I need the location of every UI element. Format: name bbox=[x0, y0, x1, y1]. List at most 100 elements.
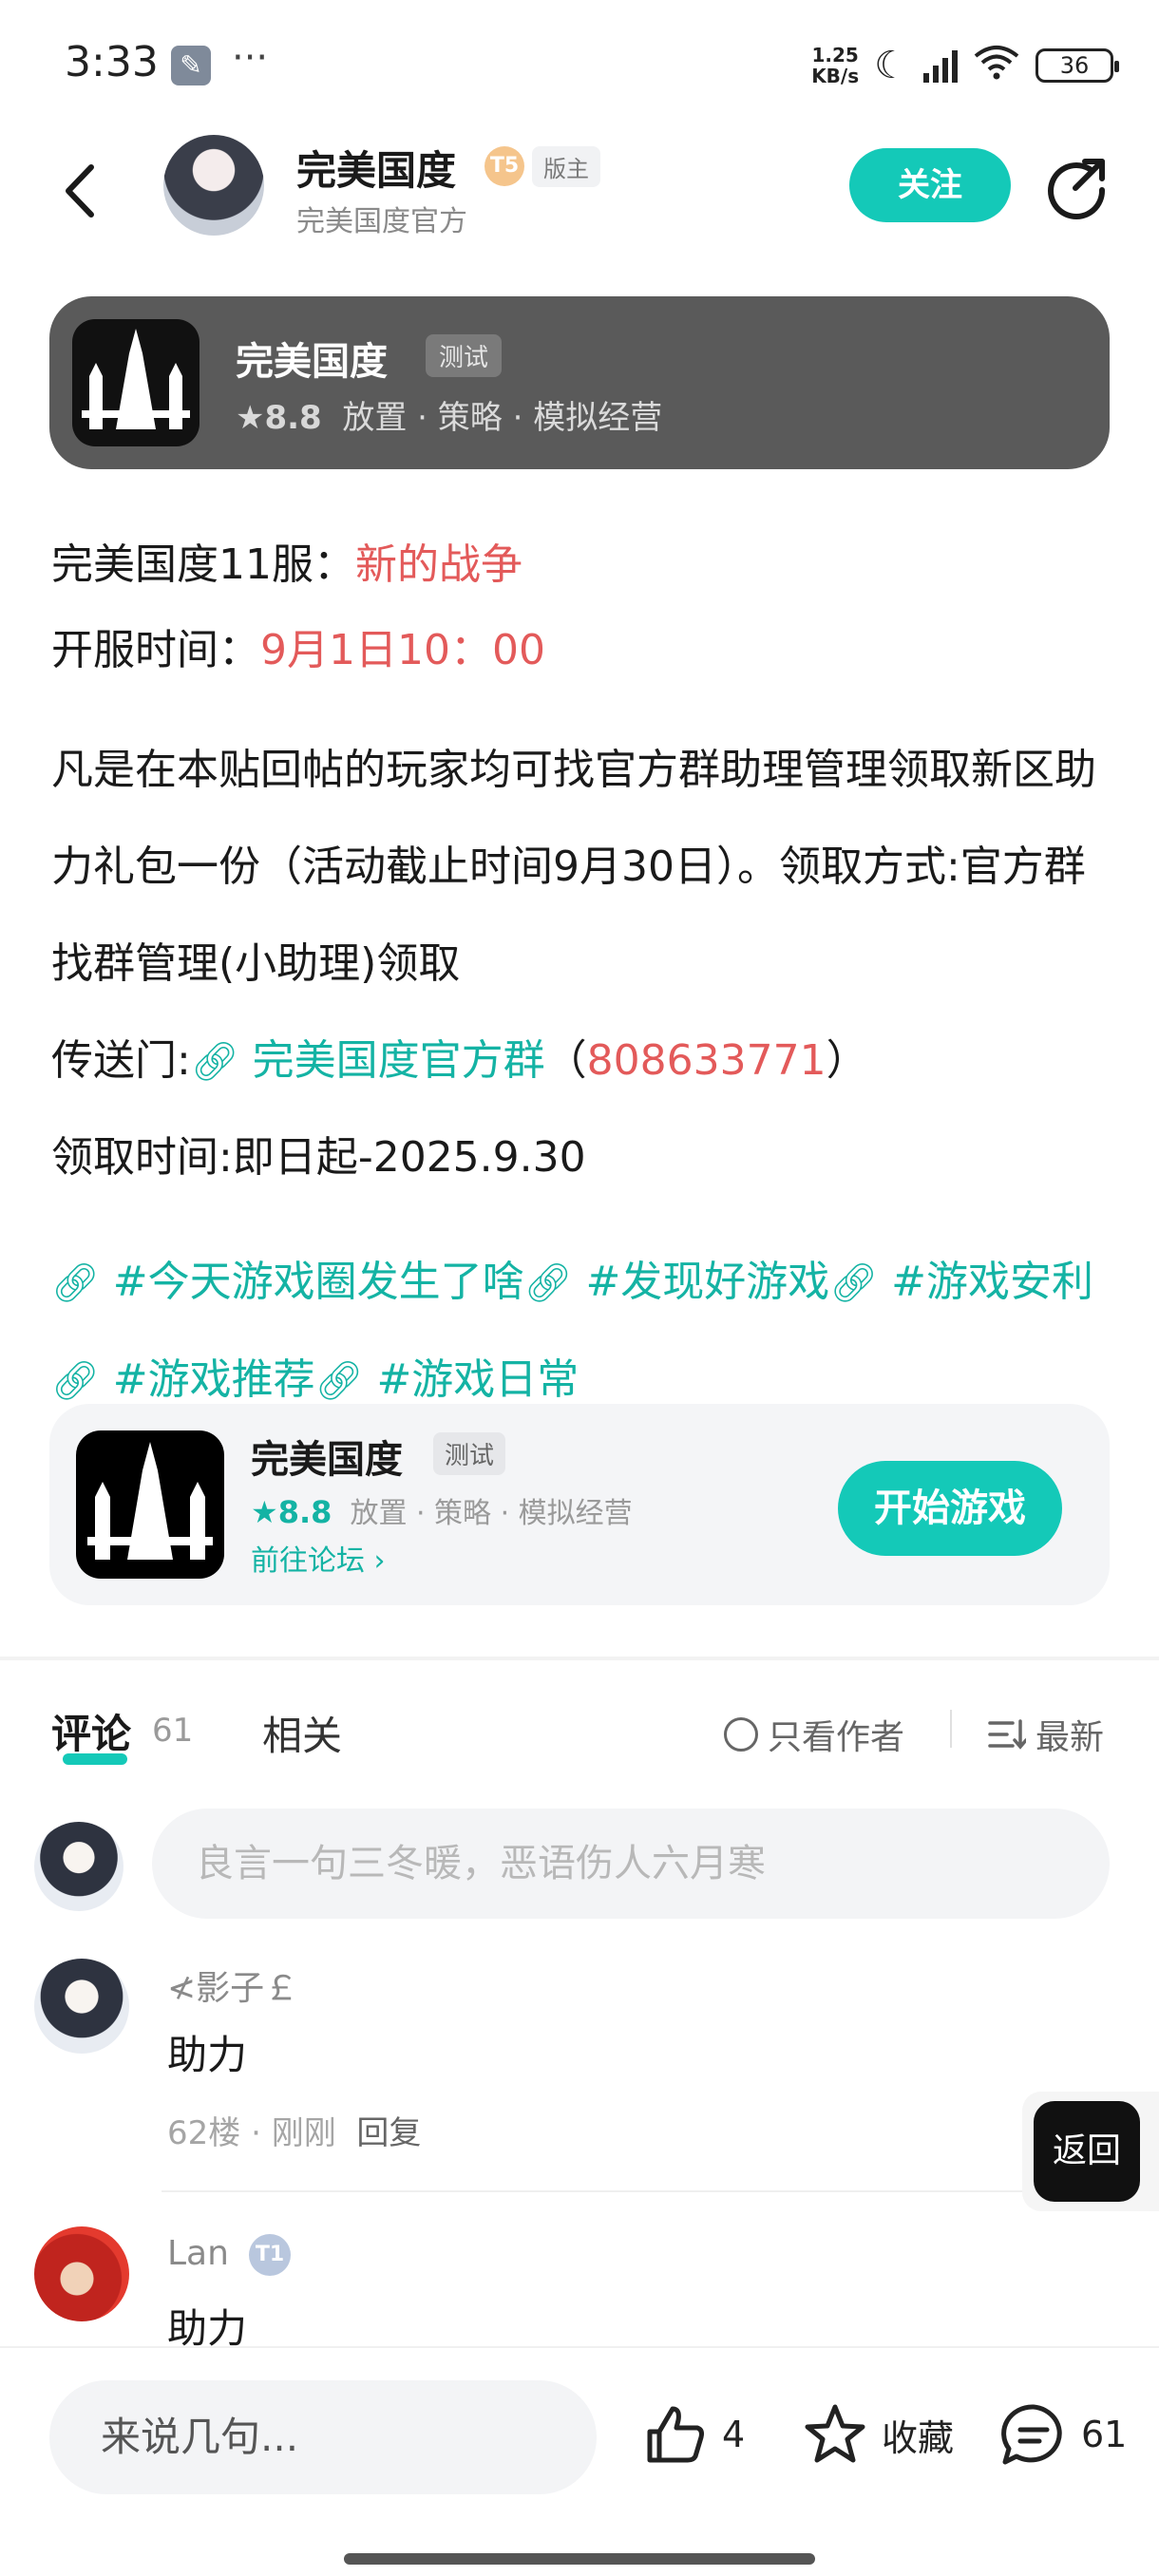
comments-button[interactable]: 61 bbox=[999, 2401, 1127, 2468]
paren-open: （ bbox=[544, 1036, 587, 1085]
group-link[interactable]: 完美国度官方群 bbox=[253, 1036, 545, 1085]
battery-icon: 36 bbox=[1036, 48, 1119, 83]
game-banner[interactable]: 完美国度 测试 ★8.8 放置 · 策略 · 模拟经营 bbox=[49, 296, 1110, 469]
forum-link-label: 前往论坛 bbox=[251, 1544, 365, 1578]
chevron-right-icon: › bbox=[373, 1544, 386, 1578]
comment-time: 刚刚 bbox=[271, 2114, 336, 2152]
game-genres: 放置 · 策略 · 模拟经营 bbox=[342, 399, 663, 437]
game-card-meta: ★8.8 放置 · 策略 · 模拟经营 bbox=[251, 1489, 633, 1531]
post-portal-line: 传送门:🔗︎ 完美国度官方群（808633771） bbox=[51, 1013, 1115, 1110]
link-icon: 🔗︎ bbox=[523, 1261, 573, 1305]
star-icon bbox=[805, 2404, 865, 2463]
comment-icon bbox=[1001, 2404, 1062, 2465]
speed-unit: KB/s bbox=[811, 65, 860, 87]
favorite-button[interactable]: 收藏 bbox=[802, 2401, 954, 2468]
share-button[interactable] bbox=[1043, 154, 1110, 220]
back-button[interactable] bbox=[57, 158, 104, 224]
commenter-avatar[interactable] bbox=[34, 2226, 129, 2321]
comment-floor: 62楼 bbox=[167, 2114, 241, 2152]
level-badge: T1 bbox=[249, 2234, 291, 2276]
game-card-icon bbox=[76, 1430, 224, 1579]
author-avatar[interactable] bbox=[163, 135, 264, 236]
only-author-label: 只看作者 bbox=[768, 1718, 905, 1757]
wifi-icon bbox=[973, 43, 1020, 89]
forum-link[interactable]: 前往论坛 › bbox=[251, 1537, 386, 1579]
reply-button[interactable]: 回复 bbox=[356, 2114, 421, 2152]
post-content: 完美国度11服：新的战争 开服时间：9月1日10：00 凡是在本贴回帖的玩家均可… bbox=[51, 522, 1115, 1430]
post-paragraph: 凡是在本贴回帖的玩家均可找官方群助理管理领取新区助力礼包一份（活动截止时间9月3… bbox=[51, 746, 1096, 988]
quick-comment-input[interactable]: 来说几句... bbox=[49, 2380, 597, 2494]
star-icon: ★ bbox=[251, 1494, 278, 1530]
floating-return-button[interactable]: 返回 bbox=[1022, 2092, 1159, 2211]
share-icon bbox=[1048, 159, 1106, 219]
portal-label: 传送门: bbox=[51, 1036, 191, 1085]
start-game-button[interactable]: 开始游戏 bbox=[838, 1461, 1062, 1556]
link-icon: 🔗︎ bbox=[51, 1261, 100, 1305]
sort-button[interactable]: 最新 bbox=[988, 1710, 1104, 1759]
moderator-badge: 版主 bbox=[532, 146, 600, 187]
opentime-label: 开服时间： bbox=[51, 626, 260, 674]
status-right: 1.25 KB/s ☾ 36 bbox=[811, 42, 1119, 89]
game-card-name: 完美国度 bbox=[251, 1438, 403, 1482]
server-name: 新的战争 bbox=[355, 540, 522, 589]
comment-meta: 62楼 · 刚刚 回复 bbox=[167, 2114, 422, 2152]
commenter-name[interactable]: Lan bbox=[167, 2234, 229, 2273]
section-divider bbox=[0, 1657, 1159, 1660]
game-card-rating: 8.8 bbox=[277, 1494, 332, 1530]
only-author-toggle[interactable]: 只看作者 bbox=[724, 1710, 904, 1759]
post-line-server: 完美国度11服：新的战争 bbox=[51, 522, 1115, 608]
thumbs-up-icon bbox=[647, 2406, 704, 2463]
opentime-value: 9月1日10：00 bbox=[260, 626, 545, 674]
game-card[interactable]: 完美国度 测试 ★8.8 放置 · 策略 · 模拟经营 前往论坛 › 开始游戏 bbox=[49, 1404, 1110, 1605]
status-bar: 3:33 ✎ ··· 1.25 KB/s ☾ 36 bbox=[0, 0, 1159, 133]
radio-icon bbox=[724, 1717, 758, 1752]
comment-text: 助力 bbox=[167, 2032, 248, 2078]
author-subtitle: 完美国度官方 bbox=[296, 205, 467, 238]
home-indicator bbox=[344, 2553, 815, 2565]
topic-tag[interactable]: #游戏日常 bbox=[376, 1355, 579, 1404]
wrench-icon: ✎ bbox=[171, 46, 211, 85]
level-badge: T5 bbox=[484, 146, 524, 186]
game-name: 完美国度 bbox=[236, 340, 388, 384]
game-tag: 测试 bbox=[426, 334, 503, 377]
speed-value: 1.25 bbox=[811, 44, 859, 66]
topic-tag[interactable]: #今天游戏圈发生了啥 bbox=[113, 1258, 524, 1306]
topic-tag[interactable]: #游戏推荐 bbox=[113, 1355, 315, 1404]
comment-separator bbox=[162, 2190, 1159, 2192]
star-icon: ★ bbox=[236, 399, 265, 437]
comments-count: 61 bbox=[1081, 2414, 1128, 2455]
comment-input[interactable]: 良言一句三冬暖，恶语伤人六月寒 bbox=[152, 1809, 1110, 1919]
chevron-left-icon bbox=[66, 164, 94, 218]
post-line-opentime: 开服时间：9月1日10：00 bbox=[51, 608, 1115, 693]
sort-icon bbox=[988, 1719, 1026, 1750]
game-icon bbox=[72, 319, 200, 446]
like-button[interactable]: 4 bbox=[642, 2401, 745, 2468]
claim-time: 领取时间:即日起-2025.9.30 bbox=[51, 1133, 586, 1182]
author-name[interactable]: 完美国度 bbox=[296, 139, 456, 197]
topic-tags: 🔗︎ #今天游戏圈发生了啥🔗︎ #发现好游戏🔗︎ #游戏安利🔗︎ #游戏推荐🔗︎… bbox=[51, 1234, 1115, 1430]
comment-count: 61 bbox=[152, 1712, 194, 1750]
game-card-genres: 放置 · 策略 · 模拟经营 bbox=[350, 1497, 633, 1530]
status-time: 3:33 bbox=[65, 38, 159, 86]
game-rating: 8.8 bbox=[264, 399, 322, 437]
commenter-name[interactable]: ≮影子￡ bbox=[167, 1960, 298, 2010]
tab-comments[interactable]: 评论 bbox=[51, 1702, 131, 1760]
favorite-label: 收藏 bbox=[882, 2416, 955, 2459]
my-avatar bbox=[34, 1822, 124, 1911]
network-speed: 1.25 KB/s bbox=[811, 45, 859, 86]
link-icon: 🔗︎ bbox=[190, 1040, 239, 1084]
divider bbox=[950, 1710, 952, 1748]
paren-close: ） bbox=[826, 1036, 868, 1085]
link-icon: 🔗︎ bbox=[829, 1261, 879, 1305]
post-header: 完美国度 T5 版主 完美国度官方 关注 bbox=[0, 133, 1159, 247]
tab-related[interactable]: 相关 bbox=[262, 1704, 342, 1762]
server-label: 完美国度11服： bbox=[51, 540, 355, 589]
group-number[interactable]: 808633771 bbox=[587, 1036, 826, 1085]
topic-tag[interactable]: #游戏安利 bbox=[891, 1258, 1093, 1306]
like-count: 4 bbox=[722, 2414, 746, 2455]
bottom-bar: 来说几句... 4 收藏 61 bbox=[0, 2346, 1159, 2576]
follow-button[interactable]: 关注 bbox=[849, 148, 1011, 222]
topic-tag[interactable]: #发现好游戏 bbox=[585, 1258, 829, 1306]
signal-icon bbox=[923, 48, 958, 83]
commenter-avatar[interactable] bbox=[34, 1959, 129, 2054]
